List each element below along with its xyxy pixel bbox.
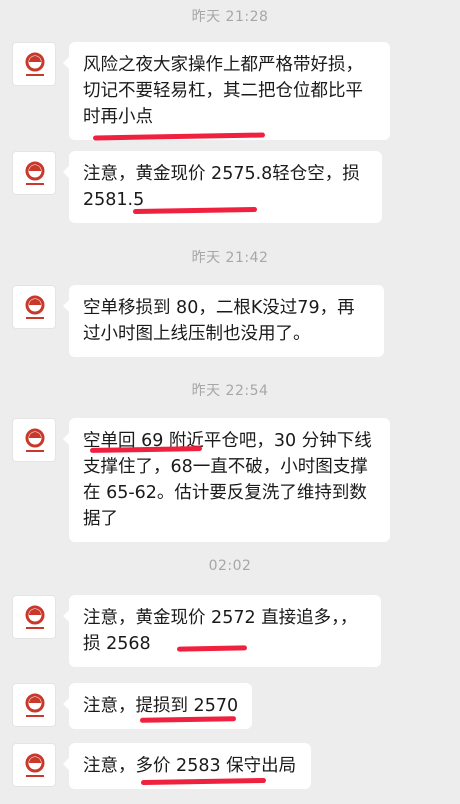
timestamp: 昨天 21:28 (191, 9, 269, 25)
brand-logo-icon (25, 295, 45, 319)
avatar[interactable] (12, 151, 56, 195)
message-text: 空单移损到 80，二根K没过79，再过小时图上线压制也没用了。 (83, 298, 355, 344)
avatar[interactable] (12, 418, 56, 462)
chat-message[interactable]: 空单回 69 附近平仓吧，30 分钟下线支撑住了，68一直不破，小时图支撑在 6… (63, 418, 390, 542)
avatar[interactable] (12, 42, 56, 86)
timestamp: 昨天 22:54 (191, 383, 269, 399)
brand-logo-icon (25, 52, 45, 76)
chat-message[interactable]: 风险之夜大家操作上都严格带好损，切记不要轻易杠，其二把仓位都比平时再小点 (63, 42, 390, 140)
message-text: 注意，黄金现价 2575.8轻仓空，损 2581.5 (83, 164, 360, 210)
message-text: 空单回 69 附近平仓吧，30 分钟下线支撑住了，68一直不破，小时图支撑在 6… (83, 431, 372, 529)
brand-logo-icon (25, 605, 45, 629)
brand-logo-icon (25, 161, 45, 185)
message-text: 风险之夜大家操作上都严格带好损，切记不要轻易杠，其二把仓位都比平时再小点 (83, 55, 363, 127)
chat-message[interactable]: 注意，黄金现价 2572 直接追多，，损 2568 (63, 595, 381, 667)
avatar[interactable] (12, 743, 56, 787)
message-text: 注意，多价 2583 保守出局 (83, 756, 297, 776)
brand-logo-icon (25, 693, 45, 717)
brand-logo-icon (25, 428, 45, 452)
chat-message[interactable]: 空单移损到 80，二根K没过79，再过小时图上线压制也没用了。 (63, 285, 384, 357)
avatar[interactable] (12, 683, 56, 727)
avatar[interactable] (12, 285, 56, 329)
brand-logo-icon (25, 753, 45, 777)
timestamp: 02:02 (208, 558, 252, 574)
timestamp: 昨天 21:42 (191, 250, 269, 266)
avatar[interactable] (12, 595, 56, 639)
message-text: 注意，提损到 2570 (83, 696, 239, 716)
